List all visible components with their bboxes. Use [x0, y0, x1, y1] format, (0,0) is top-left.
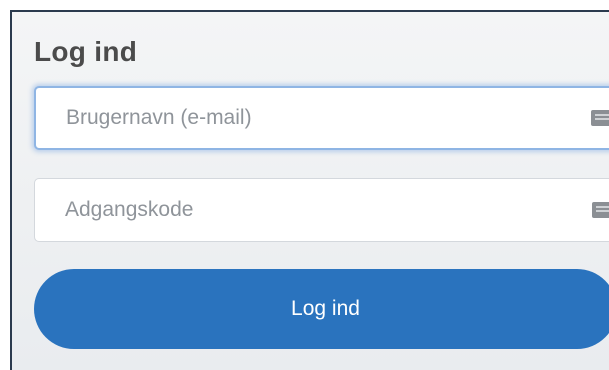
username-placeholder: Brugernavn (e-mail)	[66, 106, 252, 129]
keyboard-icon[interactable]	[591, 110, 609, 126]
login-title: Log ind	[34, 36, 138, 67]
password-placeholder: Adgangskode	[65, 198, 194, 221]
login-button[interactable]: Log ind	[34, 269, 609, 349]
password-field[interactable]: Adgangskode	[34, 178, 609, 242]
login-panel: Log ind Brugernavn (e-mail) Adgangskode …	[10, 10, 609, 370]
username-field[interactable]: Brugernavn (e-mail)	[34, 86, 609, 150]
login-button-label: Log ind	[291, 297, 360, 320]
keyboard-icon[interactable]	[592, 202, 609, 218]
